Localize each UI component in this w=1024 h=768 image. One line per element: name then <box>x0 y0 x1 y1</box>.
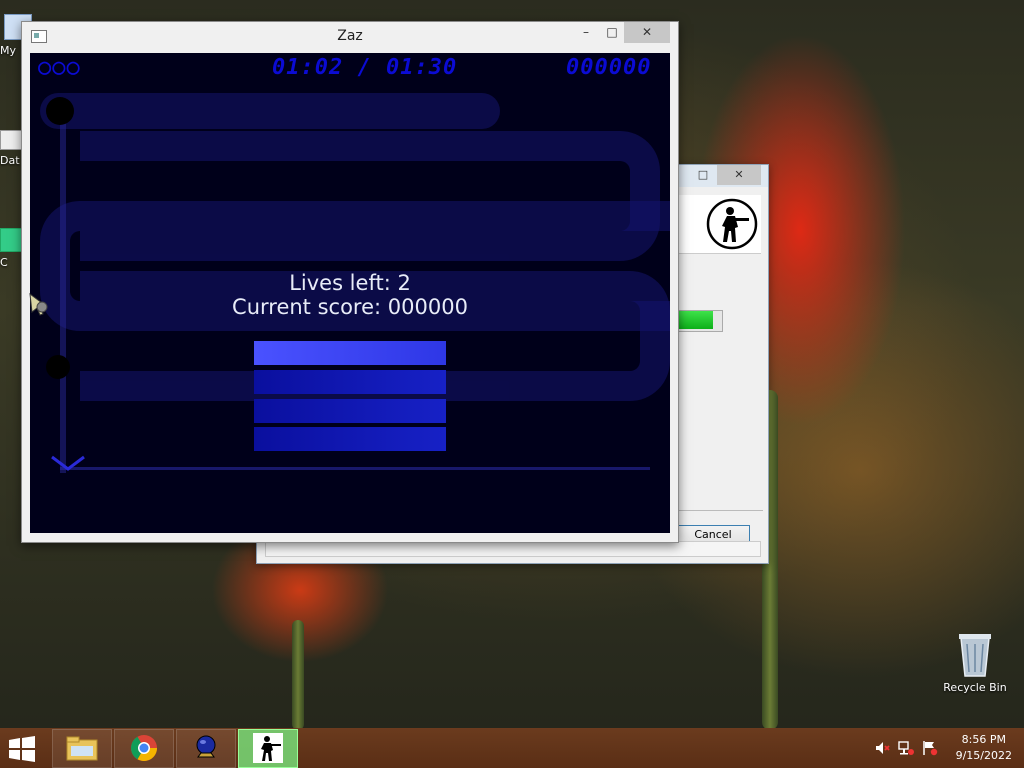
volume-muted-icon[interactable] <box>874 740 890 756</box>
progress-bar <box>677 310 723 332</box>
menu-option-4[interactable] <box>254 427 446 451</box>
separator <box>679 510 763 511</box>
track-hole <box>46 355 70 379</box>
hud-timer: 01:02 / 01:30 <box>272 55 458 80</box>
recycle-bin[interactable]: Recycle Bin <box>940 630 1010 694</box>
network-icon[interactable] <box>898 740 914 756</box>
taskbar-file-explorer[interactable] <box>52 729 112 768</box>
counter-strike-soldier-icon <box>706 198 758 250</box>
system-clock[interactable]: 8:56 PM 9/15/2022 <box>956 732 1012 764</box>
hud-score: 000000 <box>566 55 652 80</box>
zaz-window[interactable]: Zaz – □ ✕ ○○○ 01:02 / 01:30 000000 Lives… <box>21 21 679 543</box>
taskbar-counter-strike[interactable] <box>238 729 298 768</box>
clock-time: 8:56 PM <box>961 733 1006 746</box>
counter-strike-icon <box>253 733 283 763</box>
file-explorer-icon <box>66 736 98 761</box>
lives-left-text: Lives left: 2 <box>289 271 411 295</box>
mouse-cursor-icon <box>29 292 48 316</box>
track-segment <box>40 93 500 129</box>
track-rail <box>60 467 650 470</box>
close-button[interactable]: ✕ <box>624 22 670 43</box>
status-strip <box>265 541 761 557</box>
start-icon <box>9 736 35 762</box>
flag-alert-icon[interactable] <box>922 740 938 756</box>
chevron-down-icon <box>51 455 85 471</box>
chrome-icon <box>130 735 158 762</box>
taskbar-chrome[interactable] <box>114 729 174 768</box>
recycle-bin-label: Recycle Bin <box>943 681 1007 694</box>
start-button[interactable] <box>8 736 38 762</box>
maximize-button[interactable]: □ <box>598 22 626 43</box>
taskbar-orb-app[interactable] <box>176 729 236 768</box>
menu-option-1[interactable] <box>254 341 446 365</box>
minimize-button[interactable]: – <box>572 22 600 43</box>
recycle-bin-icon <box>959 634 991 677</box>
game-canvas[interactable]: ○○○ 01:02 / 01:30 000000 Lives left: 2 C… <box>30 53 670 533</box>
hud-balls-remaining: ○○○ <box>38 55 81 80</box>
taskbar: 8:56 PM 9/15/2022 <box>0 728 1024 768</box>
progress-bar-fill <box>678 311 714 329</box>
maximize-button[interactable]: □ <box>689 165 717 185</box>
menu-option-2[interactable] <box>254 370 446 394</box>
clock-date: 9/15/2022 <box>955 749 1012 762</box>
menu-option-3[interactable] <box>254 399 446 423</box>
track-hole <box>46 97 74 125</box>
current-score-text: Current score: 000000 <box>232 295 468 319</box>
app-logo-panel <box>677 195 761 254</box>
window-titlebar[interactable]: Zaz – □ ✕ <box>22 22 678 52</box>
orb-app-icon <box>196 735 216 758</box>
wallpaper-stem <box>292 620 304 730</box>
close-button[interactable]: ✕ <box>717 165 761 185</box>
